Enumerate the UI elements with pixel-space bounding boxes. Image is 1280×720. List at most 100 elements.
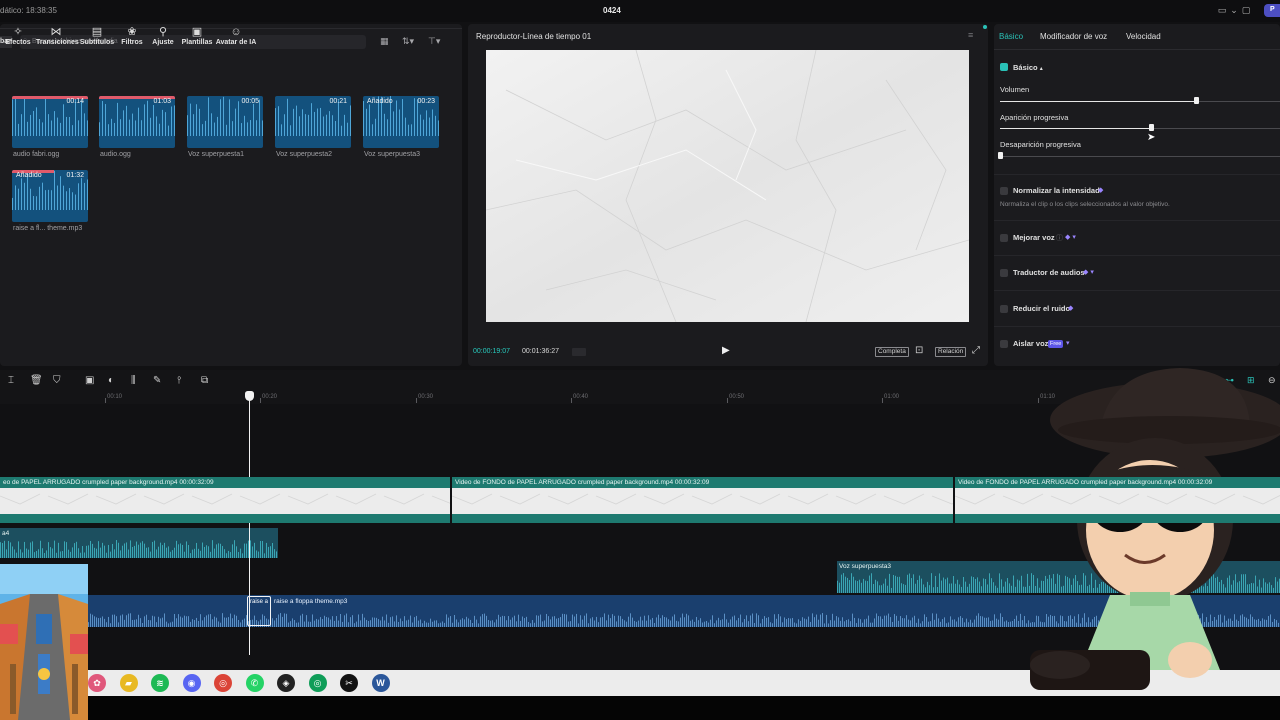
audio-clip-a[interactable]: a4	[0, 528, 278, 558]
crop-icon[interactable]: ⧉	[201, 375, 208, 386]
enhance-voice-label: Mejorar voz	[1013, 233, 1055, 242]
layout-icon[interactable]: ▭	[1216, 5, 1228, 15]
tool-label: Plantillas	[181, 39, 213, 46]
volume-slider-fill	[1000, 101, 1196, 102]
marker-icon[interactable]: ⛉	[53, 375, 61, 386]
pro-gem-icon: ◆	[1068, 305, 1074, 312]
view-toggle-icon[interactable]: ▦	[380, 36, 389, 47]
ai-tool-icon[interactable]: ✎	[153, 375, 161, 386]
chrome-icon[interactable]: ◎	[214, 674, 232, 692]
tool-ai-avatar[interactable]: ☺ Avatar de IA	[215, 26, 257, 50]
chevron-down-icon[interactable]: ▾	[1066, 339, 1070, 347]
fade-in-slider-knob[interactable]	[1149, 124, 1155, 131]
crumpled-paper-image	[486, 50, 969, 322]
chrome-profile-icon[interactable]: ◎	[308, 674, 327, 692]
project-name[interactable]: 0424	[603, 6, 621, 15]
media-clip[interactable]: 00:23 Añadido	[363, 96, 439, 148]
audio-clip-a-label: a4	[2, 530, 10, 537]
sort-icon[interactable]: ⇅▾	[402, 36, 414, 47]
media-clip[interactable]: 00:05	[187, 96, 263, 148]
enhance-checkbox[interactable]	[1000, 234, 1008, 242]
fullscreen-icon[interactable]: ⤢	[972, 345, 980, 356]
ruler-tick	[882, 398, 883, 403]
media-clip[interactable]: 01:03	[99, 96, 175, 148]
timecode-toggle-icon[interactable]	[572, 348, 586, 356]
tool-transitions[interactable]: ⋈ Transiciones	[36, 26, 79, 50]
effects-icon: ✧	[13, 26, 23, 38]
chevron-up-icon: ▴	[1039, 66, 1043, 72]
discord-icon[interactable]: ◉	[182, 674, 201, 692]
tool-subtitles[interactable]: ▤ Subtítulos	[79, 26, 115, 50]
added-badge: Añadido	[367, 98, 393, 105]
info-icon[interactable]: ⓘ	[1056, 233, 1063, 243]
clip-name: raise a fl... theme.mp3	[13, 225, 83, 232]
video-preview[interactable]	[486, 50, 969, 322]
tab-basic[interactable]: Básico	[999, 32, 1023, 41]
pro-gem-icon: ◆ ▾	[1083, 269, 1094, 276]
roblox-app-icon[interactable]: ◈	[277, 674, 295, 692]
filter-icon[interactable]: ⊤▾	[428, 36, 440, 47]
tool-templates[interactable]: ▣ Plantillas	[180, 26, 214, 50]
music-clip-label: raise a floppa theme.mp3	[274, 598, 348, 605]
translator-checkbox[interactable]	[1000, 269, 1008, 277]
tab-speed[interactable]: Velocidad	[1126, 32, 1161, 41]
keyframe-icon[interactable]: ◐	[108, 375, 114, 386]
word-icon[interactable]: W	[371, 674, 390, 692]
playhead-handle[interactable]	[245, 391, 254, 401]
media-clip[interactable]: 00:21	[275, 96, 351, 148]
section-basic[interactable]: Básico ▴	[1013, 63, 1043, 72]
adjust-icon: ⚲	[158, 26, 168, 38]
split-audio-icon[interactable]: ⫯	[177, 375, 181, 386]
status-dot	[983, 25, 987, 29]
explorer-icon[interactable]: ▰	[119, 674, 138, 692]
tab-voice-modifier[interactable]: Modificador de voz	[1040, 32, 1107, 41]
basic-checkbox[interactable]	[1000, 63, 1008, 71]
fade-out-slider-knob[interactable]	[998, 152, 1003, 159]
spotify-icon[interactable]: ≋	[151, 674, 169, 692]
divider	[994, 174, 1280, 175]
ruler-tick	[1038, 398, 1039, 403]
window-icon[interactable]: ▢	[1240, 5, 1252, 15]
chevron-down-icon[interactable]: ⌄	[1228, 5, 1240, 15]
copilot-icon[interactable]: ✿	[88, 674, 106, 692]
denoise-label: Reducir el ruido	[1013, 304, 1071, 313]
waveform	[0, 540, 277, 558]
capcut-icon[interactable]: ✂	[340, 674, 358, 692]
ruler-tick	[260, 398, 261, 403]
video-clip[interactable]: eo de PAPEL ARRUGADO crumpled paper back…	[0, 477, 473, 523]
delete-icon[interactable]: 🗑	[30, 375, 43, 386]
play-button[interactable]: ▶	[722, 345, 730, 356]
audio-adjust-icon[interactable]: ⫼	[131, 375, 136, 386]
divider	[994, 255, 1280, 256]
normalize-checkbox[interactable]	[1000, 187, 1008, 195]
volume-slider-knob[interactable]	[1194, 97, 1199, 104]
selected-clip[interactable]: raise a	[247, 596, 271, 626]
isolate-checkbox[interactable]	[1000, 340, 1008, 348]
tool-effects[interactable]: ✧ Efectos	[1, 26, 35, 50]
video-clip[interactable]: Video de FONDO de PAPEL ARRUGADO crumple…	[451, 477, 973, 523]
video-thumbnail-strip	[0, 488, 473, 514]
divider	[994, 326, 1280, 327]
menu-icon[interactable]: ≡	[968, 30, 973, 40]
capture-icon[interactable]: ⊡	[915, 345, 923, 356]
whatsapp-icon[interactable]: ✆	[245, 674, 264, 692]
ruler-label: 00:40	[573, 394, 589, 400]
pro-badge[interactable]: P	[1264, 4, 1280, 17]
full-button[interactable]: Completa	[875, 347, 909, 357]
split-icon[interactable]: ⌶	[8, 375, 14, 386]
playhead[interactable]	[249, 395, 250, 655]
video-clip[interactable]: Video de FONDO de PAPEL ARRUGADO crumple…	[954, 477, 1280, 523]
denoise-checkbox[interactable]	[1000, 305, 1008, 313]
fade-out-label: Desaparición progresiva	[1000, 140, 1081, 149]
media-clip[interactable]: 00:14	[12, 96, 88, 148]
tool-filters[interactable]: ❀ Filtros	[120, 26, 144, 50]
fade-out-slider[interactable]	[1000, 156, 1280, 157]
clip-name: Voz superpuesta1	[188, 151, 245, 158]
ratio-button[interactable]: Relación	[935, 347, 967, 357]
media-clip[interactable]: 01:32 Añadido	[12, 170, 88, 222]
ruler-tick	[105, 398, 106, 403]
ruler-label: 00:10	[107, 394, 123, 400]
tool-adjust[interactable]: ⚲ Ajuste	[150, 26, 176, 50]
freeze-icon[interactable]: ▣	[85, 375, 94, 386]
audio-clip-b-label: Voz superpuesta3	[839, 563, 892, 570]
